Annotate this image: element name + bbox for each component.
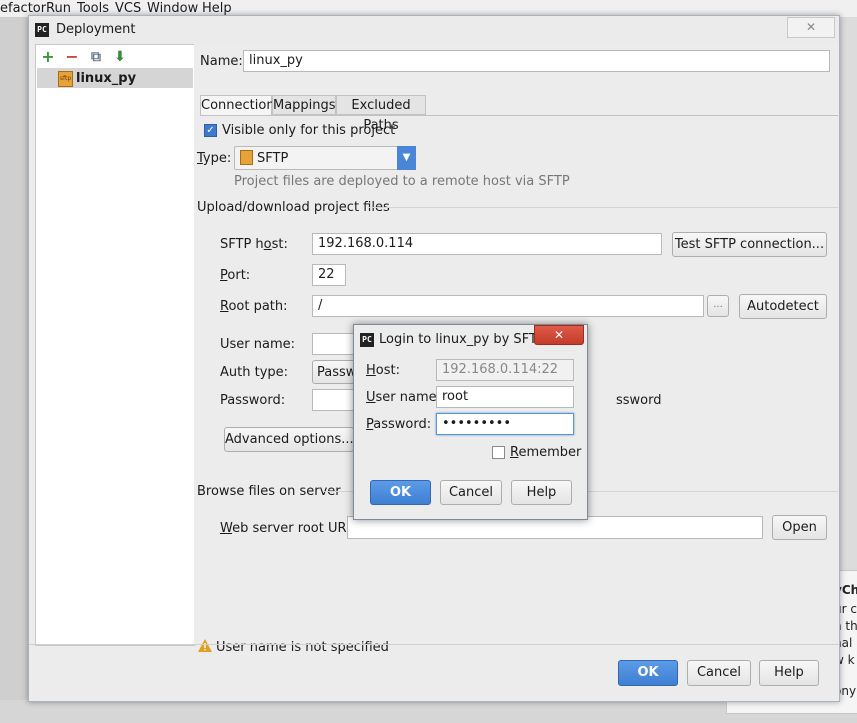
login-dialog-title: Login to linux_py by SFTP	[379, 332, 545, 347]
server-list-item-label: linux_py	[76, 71, 137, 86]
remember-label: Remember	[510, 445, 582, 460]
web-root-url-label: Web server root URL:	[220, 521, 359, 536]
type-select-value: SFTP	[257, 151, 289, 166]
visible-only-checkbox[interactable]: ✓	[204, 124, 217, 137]
sftp-icon	[240, 150, 253, 165]
save-password-label: ssword	[616, 393, 662, 408]
login-help-button[interactable]: Help	[511, 480, 572, 505]
warning-icon	[198, 639, 212, 655]
browse-root-button[interactable]: ...	[707, 295, 729, 317]
login-host-label: Host:	[366, 363, 400, 378]
menu-help[interactable]: Help	[202, 1, 232, 16]
remember-checkbox[interactable]	[492, 446, 505, 459]
dialog-title: Deployment	[56, 22, 136, 37]
browse-section-title: Browse files on server	[197, 484, 341, 499]
remove-icon[interactable]: −	[64, 49, 80, 65]
add-icon[interactable]: +	[40, 49, 56, 65]
pycharm-logo-icon: PC	[35, 23, 49, 37]
section-divider	[369, 207, 838, 208]
tab-excluded-paths[interactable]: Excluded Paths	[336, 95, 426, 133]
name-label: Name:	[200, 54, 243, 69]
login-ok-button[interactable]: OK	[370, 480, 431, 505]
close-button[interactable]: ✕	[787, 17, 835, 38]
root-path-label: Root path:	[220, 299, 288, 314]
tab-divider	[200, 115, 838, 116]
menu-vcs[interactable]: VCS	[115, 1, 141, 16]
login-user-label: User name:	[366, 390, 442, 405]
login-user-field[interactable]: root	[436, 386, 574, 408]
password-label: Password:	[220, 393, 286, 408]
menu-window[interactable]: Window	[147, 1, 198, 16]
port-label: Port:	[220, 268, 251, 283]
set-default-icon[interactable]: ⬇	[112, 49, 128, 65]
sftp-host-label: SFTP host:	[220, 237, 288, 252]
tab-mappings[interactable]: Mappings	[272, 95, 336, 115]
sftp-host-field[interactable]: 192.168.0.114	[312, 233, 662, 255]
menu-refactor[interactable]: efactor	[0, 1, 46, 16]
tab-connection[interactable]: Connection	[200, 95, 275, 115]
type-select[interactable]: SFTP ▼	[234, 146, 416, 170]
warning-message: User name is not specified	[216, 640, 389, 655]
test-connection-button[interactable]: Test SFTP connection...	[672, 232, 827, 257]
close-button[interactable]: ✕	[534, 325, 584, 345]
help-button[interactable]: Help	[759, 660, 819, 686]
user-name-label: User name:	[220, 337, 296, 352]
server-list-panel: + − ⧉ ⬇ sftp linux_py	[35, 44, 195, 646]
advanced-options-button[interactable]: Advanced options...	[224, 427, 354, 452]
menu-tools[interactable]: Tools	[77, 1, 109, 16]
dialog-titlebar: PC Deployment ✕	[29, 16, 839, 44]
sftp-server-icon: sftp	[58, 71, 73, 87]
login-password-field[interactable]: •••••••••	[436, 413, 574, 435]
autodetect-button[interactable]: Autodetect	[739, 294, 827, 319]
footer-divider	[29, 644, 839, 645]
chevron-down-icon[interactable]: ▼	[397, 146, 416, 170]
login-password-label: Password:	[366, 417, 432, 432]
port-field[interactable]: 22	[312, 264, 346, 286]
sftp-login-dialog: PC Login to linux_py by SFTP ✕ Host: 192…	[353, 324, 588, 520]
upload-section-title: Upload/download project files	[197, 200, 390, 215]
type-label: Type:	[197, 151, 232, 166]
login-cancel-button[interactable]: Cancel	[440, 480, 502, 505]
open-button[interactable]: Open	[772, 515, 827, 540]
copy-icon[interactable]: ⧉	[88, 49, 104, 65]
type-hint: Project files are deployed to a remote h…	[234, 174, 570, 189]
menu-run[interactable]: Run	[46, 1, 71, 16]
login-host-field: 192.168.0.114:22	[436, 359, 574, 381]
ide-left-panel	[0, 17, 28, 707]
name-field[interactable]: linux_py	[243, 50, 830, 72]
cancel-button[interactable]: Cancel	[687, 660, 751, 686]
pycharm-logo-icon: PC	[360, 333, 374, 347]
root-path-field[interactable]: /	[312, 295, 704, 317]
auth-type-label: Auth type:	[220, 365, 289, 380]
ok-button[interactable]: OK	[618, 660, 678, 686]
visible-only-label: Visible only for this project	[222, 123, 396, 138]
